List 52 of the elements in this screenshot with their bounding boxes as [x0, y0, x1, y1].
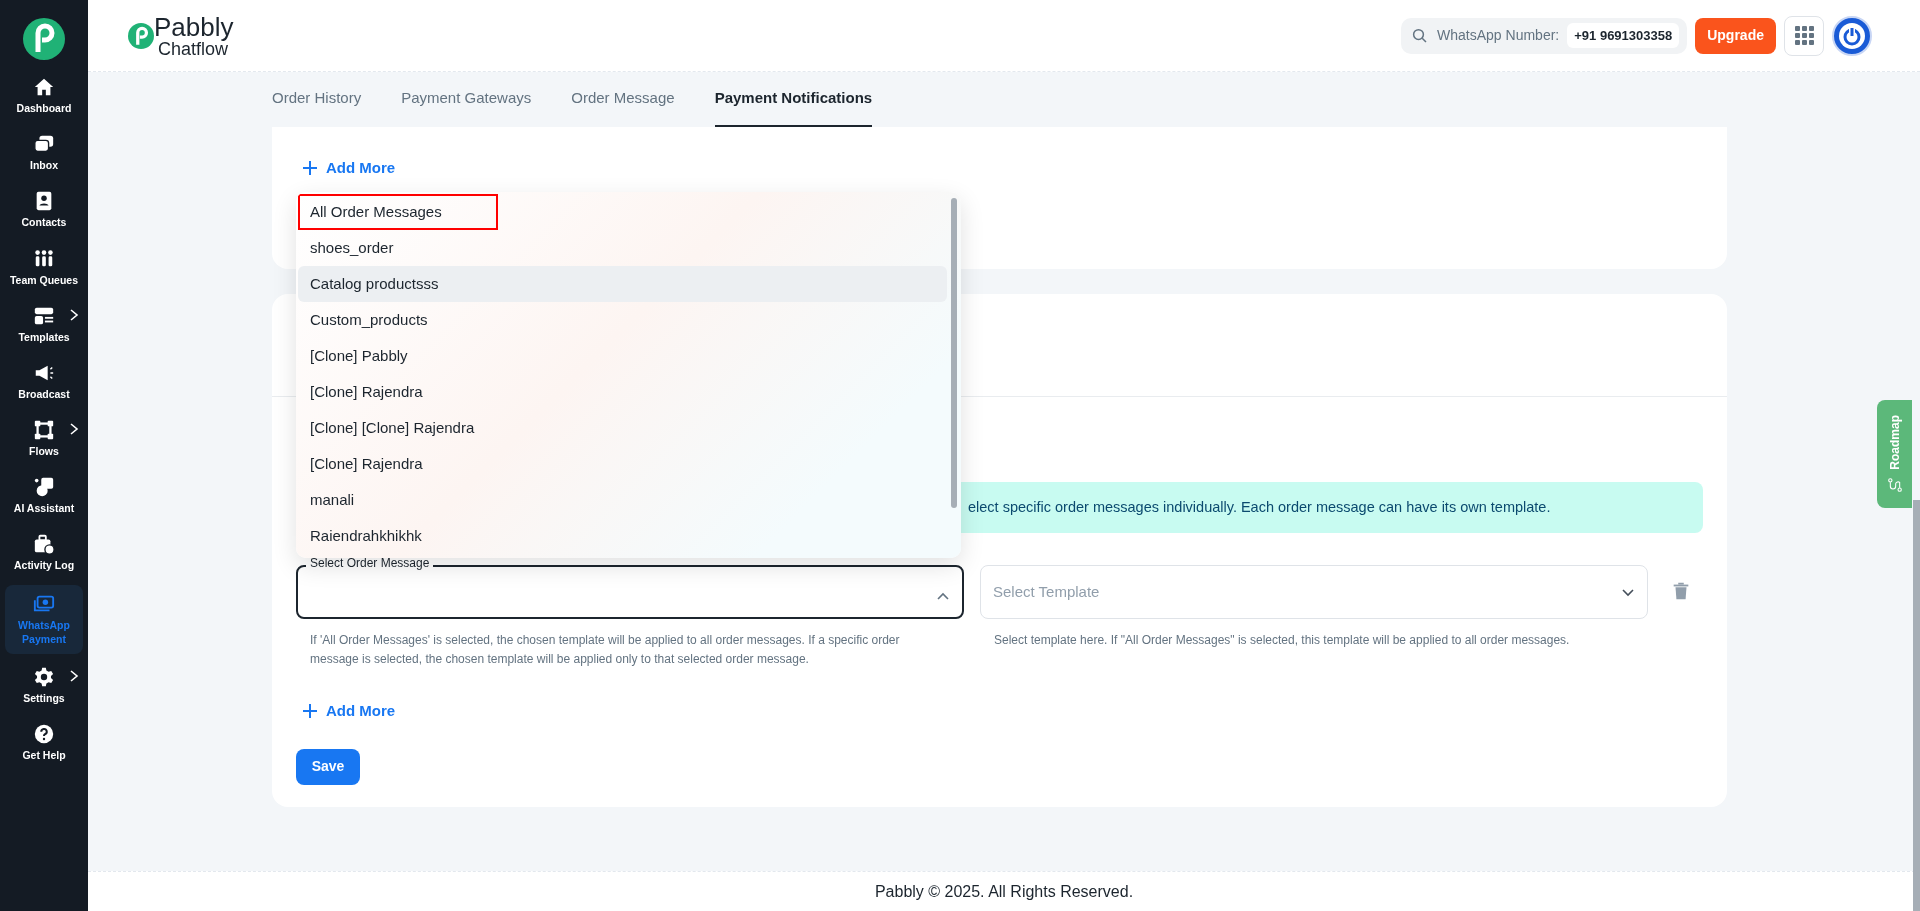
route-icon: [1886, 477, 1903, 494]
tab[interactable]: Order History: [272, 72, 362, 127]
flow-icon: [33, 419, 55, 442]
tab[interactable]: Payment Notifications: [714, 72, 873, 127]
chevron-right-icon: [69, 423, 79, 436]
dropdown-option[interactable]: [Clone] Rajendra: [298, 446, 947, 482]
briefcase-clock-icon: [33, 533, 55, 556]
help-text: If 'All Order Messages' is selected, the chosen template will be applied to all order messages. If a specific order message is selected, the chosen template will be applied only to that selected order message.: [309, 632, 901, 668]
home-icon: [33, 76, 55, 98]
dropdown-option[interactable]: [Clone] Rajendra: [298, 374, 947, 410]
chevron-right-icon: [69, 669, 79, 682]
number-label: WhatsApp Number:: [1437, 26, 1560, 45]
scrollbar[interactable]: [1913, 500, 1920, 911]
scrollbar[interactable]: [951, 198, 957, 508]
sidebar-item[interactable]: Inbox: [5, 127, 83, 179]
apps-button[interactable]: [1784, 15, 1824, 56]
dropdown-option[interactable]: Custom_products: [298, 302, 947, 338]
help-icon: [33, 723, 55, 746]
plus-icon: [302, 160, 318, 177]
dropdown-option[interactable]: [Clone] Pabbly: [298, 338, 947, 374]
footer-text: Pabbly © 2025. All Rights Reserved.: [874, 881, 1134, 902]
tab[interactable]: Payment Gateways: [401, 72, 532, 127]
sidebar-item[interactable]: Flows: [5, 413, 83, 465]
plus-icon: [302, 703, 318, 720]
dropdown-option[interactable]: Catalog productsss: [298, 266, 947, 302]
gear-icon: [33, 665, 55, 688]
dropdown-option[interactable]: shoes_order: [298, 230, 947, 266]
chevron-right-icon: [69, 308, 79, 321]
sidebar-item[interactable]: Dashboard: [5, 70, 83, 122]
avatar[interactable]: [1832, 15, 1872, 56]
sidebar-item[interactable]: Broadcast: [5, 355, 83, 408]
dropdown-option[interactable]: manali: [298, 482, 947, 518]
sidebar-item[interactable]: AI Assistant: [5, 470, 83, 522]
logo-text: Pabbly: [154, 13, 234, 40]
sidebar-item[interactable]: WhatsApp Payment: [5, 584, 83, 654]
save-button[interactable]: Save: [296, 748, 360, 785]
dropdown-option[interactable]: All Order Messages: [298, 194, 498, 230]
tab[interactable]: Order Message: [571, 72, 675, 127]
sidebar-item[interactable]: Team Queues: [5, 241, 83, 293]
help-text: Select template here. If "All Order Messages" is selected, this template will be applied to all order messages.: [993, 632, 1571, 649]
sidebar-item[interactable]: Settings: [5, 659, 83, 712]
number-value: +91 9691303358: [1567, 22, 1680, 49]
sidebar-item[interactable]: Contacts: [5, 184, 83, 236]
sidebar-item[interactable]: Activity Log: [5, 527, 83, 579]
sidebar-item[interactable]: Templates: [5, 298, 83, 350]
logo-icon: [128, 22, 154, 49]
sidebar-item[interactable]: Get Help: [5, 717, 83, 769]
add-more-button[interactable]: Add More: [302, 157, 396, 180]
logo-icon: [23, 18, 65, 60]
dropdown-option[interactable]: [Clone] [Clone] Rajendra: [298, 410, 947, 446]
add-more-button[interactable]: Add More: [302, 700, 396, 723]
apps-icon: [1794, 26, 1814, 45]
